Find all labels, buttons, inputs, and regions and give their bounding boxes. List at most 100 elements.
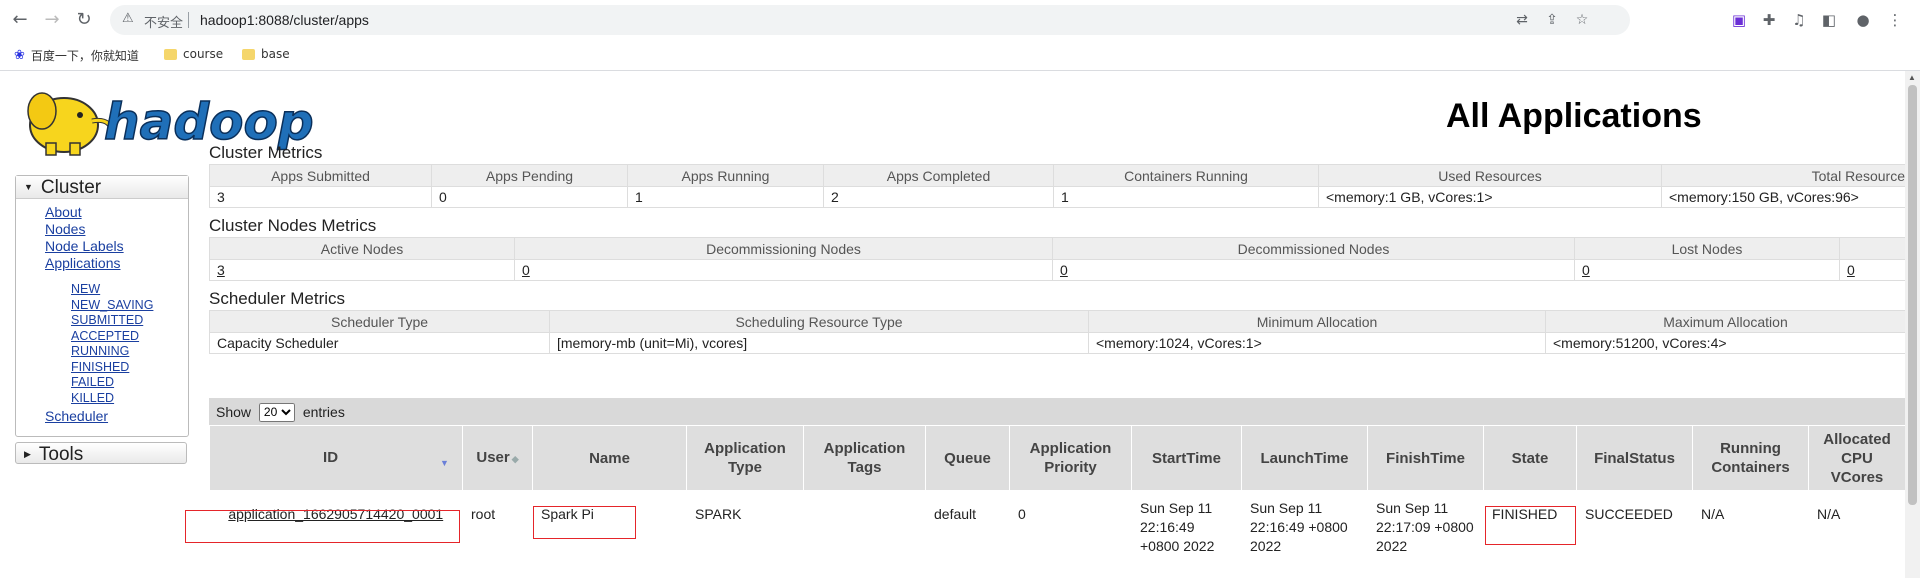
cell-decommissioning-nodes[interactable]: 0: [514, 259, 1053, 281]
reload-icon[interactable]: ↻: [72, 8, 96, 32]
cell-apps-submitted: 3: [209, 186, 432, 208]
applications-table: ID ▼ User ◆ Name Application Type Applicat…: [209, 425, 1905, 561]
cell-scheduler-type: Capacity Scheduler: [209, 332, 550, 354]
nav-link-nodes[interactable]: Nodes: [45, 221, 124, 238]
translate-icon[interactable]: ⇄: [1512, 10, 1532, 30]
nav-state-new[interactable]: NEW: [71, 282, 153, 298]
col-containers-running: Containers Running: [1053, 164, 1319, 187]
nav-state-running[interactable]: RUNNING: [71, 344, 153, 360]
nav-link-applications[interactable]: Applications: [45, 255, 124, 272]
col-allocated-cpu-vcores[interactable]: Allocated CPU VCores: [1808, 425, 1905, 491]
col-running-containers[interactable]: Running Containers: [1692, 425, 1809, 491]
cell-containers-running: 1: [1053, 186, 1319, 208]
menu-kebab-icon[interactable]: ⋮: [1884, 9, 1906, 31]
cell-minimum-allocation: <memory:1024, vCores:1>: [1088, 332, 1546, 354]
cell-decommissioned-nodes[interactable]: 0: [1052, 259, 1575, 281]
page-size-select[interactable]: 20: [258, 402, 295, 422]
cell-priority: 0: [1018, 506, 1026, 522]
highlight-box-state: [1485, 506, 1576, 545]
nav-state-finished[interactable]: FINISHED: [71, 360, 153, 376]
cell-application-tags: [804, 491, 926, 562]
col-apps-completed: Apps Completed: [823, 164, 1054, 187]
col-application-priority[interactable]: Application Priority: [1009, 425, 1132, 491]
col-application-type[interactable]: Application Type: [686, 425, 804, 491]
nav-link-about[interactable]: About: [45, 204, 124, 221]
profile-avatar-icon[interactable]: ●: [1852, 9, 1874, 31]
col-launch-time[interactable]: LaunchTime: [1241, 425, 1368, 491]
extension-icon[interactable]: ▣: [1728, 9, 1750, 31]
sort-icon: ◆: [511, 453, 519, 464]
cell-active-nodes[interactable]: 3: [209, 259, 515, 281]
col-scheduling-resource-type: Scheduling Resource Type: [549, 310, 1089, 333]
col-active-nodes: Active Nodes: [209, 237, 515, 260]
col-final-status[interactable]: FinalStatus: [1576, 425, 1693, 491]
share-icon[interactable]: ⇪: [1542, 10, 1562, 30]
col-id[interactable]: ID ▼: [209, 425, 463, 491]
bookmark-baidu[interactable]: ❀ 百度一下，你就知道: [14, 47, 139, 64]
col-used-resources: Used Resources: [1318, 164, 1662, 187]
col-user[interactable]: User ◆: [462, 425, 533, 491]
cluster-nav-header[interactable]: ▼ Cluster: [16, 176, 188, 199]
cell-finish-time: Sun Sep 11 22:17:09 +0800 2022: [1376, 500, 1474, 554]
cell-apps-pending: 0: [431, 186, 628, 208]
nav-state-new-saving[interactable]: NEW_SAVING: [71, 298, 153, 314]
cluster-nav: ▼ Cluster About Nodes Node Labels Applica…: [15, 175, 189, 437]
cluster-metrics-table: Apps Submitted Apps Pending Apps Running…: [209, 164, 1905, 208]
col-maximum-allocation: Maximum Allocation: [1545, 310, 1905, 333]
scheduler-metrics-title: Scheduler Metrics: [209, 289, 346, 308]
cell-start-time: Sun Sep 11 22:16:49 +0800 2022: [1140, 500, 1215, 554]
cell-scheduling-resource-type: [memory-mb (unit=Mi), vcores]: [549, 332, 1089, 354]
scroll-thumb[interactable]: [1908, 85, 1917, 505]
puzzle-icon[interactable]: ✚: [1758, 9, 1780, 31]
nav-state-failed[interactable]: FAILED: [71, 375, 153, 391]
highlight-box-name: [533, 506, 636, 539]
address-bar[interactable]: ⚠ 不安全 hadoop1:8088/cluster/apps ⇄ ⇪ ☆: [110, 5, 1630, 35]
col-unhealthy-nodes: [1839, 237, 1905, 260]
folder-icon: [242, 48, 255, 60]
cell-used-resources: <memory:1 GB, vCores:1>: [1318, 186, 1662, 208]
nav-state-killed[interactable]: KILLED: [71, 391, 153, 407]
page-content: hadoop All Applications ▼ Cluster About N…: [0, 71, 1905, 578]
cell-lost-nodes[interactable]: 0: [1574, 259, 1840, 281]
col-start-time[interactable]: StartTime: [1131, 425, 1242, 491]
col-state[interactable]: State: [1483, 425, 1577, 491]
cell-application-type: SPARK: [695, 506, 742, 522]
nav-state-accepted[interactable]: ACCEPTED: [71, 329, 153, 345]
triangle-right-icon: ▶: [24, 449, 31, 459]
cell-allocated-vcores: N/A: [1817, 506, 1841, 522]
nav-state-submitted[interactable]: SUBMITTED: [71, 313, 153, 329]
media-icon[interactable]: ♫: [1788, 9, 1810, 31]
cell-queue: default: [934, 506, 977, 522]
col-apps-pending: Apps Pending: [431, 164, 628, 187]
bookmark-base[interactable]: base: [242, 47, 290, 61]
bookmark-star-icon[interactable]: ☆: [1572, 10, 1592, 30]
url-text[interactable]: hadoop1:8088/cluster/apps: [200, 12, 369, 28]
bookmarks-bar: ❀ 百度一下，你就知道 course base: [0, 40, 1920, 71]
nav-link-node-labels[interactable]: Node Labels: [45, 238, 124, 255]
col-apps-running: Apps Running: [627, 164, 824, 187]
col-application-tags[interactable]: Application Tags: [803, 425, 926, 491]
nav-link-scheduler[interactable]: Scheduler: [45, 408, 108, 424]
scheduler-metrics-table: Scheduler Type Scheduling Resource Type …: [209, 310, 1905, 354]
highlight-box-id: [185, 510, 460, 543]
col-finish-time[interactable]: FinishTime: [1367, 425, 1484, 491]
cluster-metrics-title: Cluster Metrics: [209, 143, 323, 162]
bookmark-course[interactable]: course: [164, 47, 223, 61]
forward-arrow-icon[interactable]: →: [40, 8, 64, 32]
side-panel-icon[interactable]: ◧: [1818, 9, 1840, 31]
col-queue[interactable]: Queue: [925, 425, 1010, 491]
cell-unhealthy-nodes[interactable]: 0: [1839, 259, 1905, 281]
col-name[interactable]: Name: [532, 425, 687, 491]
tools-nav-header[interactable]: ▶ Tools: [15, 442, 187, 465]
folder-icon: [164, 48, 177, 60]
cell-maximum-allocation: <memory:51200, vCores:4>: [1545, 332, 1905, 354]
back-arrow-icon[interactable]: ←: [8, 8, 32, 32]
page-scrollbar[interactable]: ▲: [1905, 71, 1920, 578]
datatable-length-bar: Show 20 entries: [209, 398, 1905, 426]
scroll-up-icon[interactable]: ▲: [1908, 73, 1916, 82]
col-decommissioning-nodes: Decommissioning Nodes: [514, 237, 1053, 260]
col-lost-nodes: Lost Nodes: [1574, 237, 1840, 260]
sort-desc-icon: ▼: [440, 457, 449, 468]
insecure-label: 不安全: [144, 16, 184, 31]
cell-total-resource: <memory:150 GB, vCores:96>: [1661, 186, 1905, 208]
